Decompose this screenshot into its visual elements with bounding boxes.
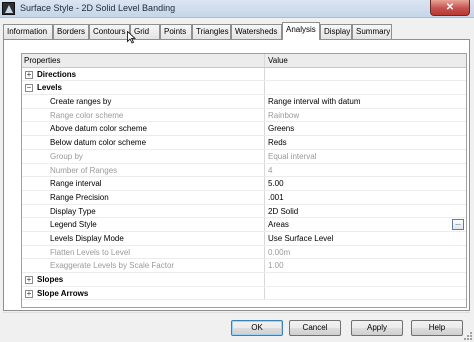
property-label: Display Type	[22, 204, 265, 218]
prop-above-datum-color-scheme[interactable]: Above datum color scheme Greens	[22, 122, 466, 137]
prop-create-ranges-by[interactable]: Create ranges by Range interval with dat…	[22, 95, 466, 109]
prop-group-by: Group by Equal interval	[22, 149, 466, 164]
prop-levels-display-mode[interactable]: Levels Display Mode Use Surface Level	[22, 231, 466, 246]
grid-header: Properties Value	[22, 54, 466, 68]
property-value[interactable]: Reds	[266, 136, 466, 149]
cancel-button[interactable]: Cancel	[289, 320, 341, 336]
group-value	[266, 273, 466, 286]
group-label: Slopes	[22, 273, 265, 286]
tab-analysis[interactable]: Analysis	[282, 22, 320, 40]
window-title: Surface Style - 2D Solid Level Banding	[20, 3, 176, 13]
property-label: Range interval	[22, 177, 265, 190]
title-bar: Surface Style - 2D Solid Level Banding ✕	[0, 0, 474, 18]
prop-below-datum-color-scheme[interactable]: Below datum color scheme Reds	[22, 136, 466, 150]
legend-style-value: Areas	[268, 220, 289, 230]
properties-column-header[interactable]: Properties	[22, 54, 265, 67]
property-value[interactable]: Greens	[266, 122, 466, 135]
tab-display[interactable]: Display	[320, 24, 352, 39]
prop-number-of-ranges: Number of Ranges 4	[22, 163, 466, 178]
close-button[interactable]: ✕	[430, 0, 470, 16]
property-label: Create ranges by	[22, 95, 265, 108]
property-value: Rainbow	[268, 110, 300, 120]
prop-exaggerate-levels: Exaggerate Levels by Scale Factor 1.00	[22, 259, 466, 273]
property-grid: Properties Value + Directions − Levels C…	[21, 53, 467, 308]
property-value[interactable]: .001	[266, 191, 466, 204]
property-label: Group by	[22, 149, 265, 163]
prop-range-color-scheme: Range color scheme Rainbow	[22, 108, 466, 123]
group-value	[266, 68, 466, 81]
property-label: Number of Ranges	[22, 163, 265, 177]
group-label: Slope Arrows	[22, 286, 265, 300]
tab-information[interactable]: Information	[3, 24, 53, 39]
group-slope-arrows[interactable]: + Slope Arrows	[22, 286, 466, 301]
tab-watersheds[interactable]: Watersheds	[231, 24, 282, 39]
prop-range-precision[interactable]: Range Precision .001	[22, 190, 466, 205]
group-slopes[interactable]: + Slopes	[22, 273, 466, 287]
group-label: Directions	[22, 67, 265, 81]
property-label: Range color scheme	[22, 108, 265, 122]
tab-borders[interactable]: Borders	[53, 24, 89, 39]
prop-range-interval[interactable]: Range interval 5.00	[22, 177, 466, 191]
property-value[interactable]: Use Surface Level	[266, 232, 466, 245]
value-column-header[interactable]: Value	[266, 54, 466, 67]
divider	[3, 312, 470, 313]
help-button[interactable]: Help	[411, 320, 463, 336]
property-label: Below datum color scheme	[22, 136, 265, 149]
mouse-pointer-icon	[127, 31, 136, 44]
property-value[interactable]: 5.00	[266, 177, 466, 190]
apply-button[interactable]: Apply	[351, 320, 403, 336]
tab-points[interactable]: Points	[160, 24, 192, 39]
property-label: Exaggerate Levels by Scale Factor	[22, 259, 265, 272]
ok-button[interactable]: OK	[231, 320, 283, 336]
prop-legend-style[interactable]: Legend Style Areas ...	[22, 218, 466, 232]
property-value[interactable]: Areas ...	[266, 218, 466, 231]
property-value[interactable]: 2D Solid	[266, 205, 466, 218]
property-value: 4	[268, 165, 273, 175]
app-icon[interactable]	[2, 2, 15, 15]
property-value: Equal interval	[268, 151, 317, 161]
property-label: Levels Display Mode	[22, 231, 265, 245]
property-label: Above datum color scheme	[22, 122, 265, 136]
tab-panel: Properties Value + Directions − Levels C…	[3, 39, 470, 311]
group-value	[266, 81, 466, 94]
group-label: Levels	[22, 81, 265, 95]
group-directions[interactable]: + Directions	[22, 67, 466, 82]
property-value: 0.00m	[268, 247, 291, 257]
resize-grip-icon[interactable]	[463, 331, 473, 341]
tab-contours[interactable]: Contours	[89, 24, 130, 39]
prop-display-type[interactable]: Display Type 2D Solid	[22, 204, 466, 219]
property-label: Legend Style	[22, 218, 265, 231]
prop-flatten-levels-to-level: Flatten Levels to Level 0.00m	[22, 245, 466, 260]
tab-triangles[interactable]: Triangles	[192, 24, 231, 39]
group-value	[266, 287, 466, 300]
tab-strip: Information Borders Contours Grid Points…	[3, 22, 471, 40]
property-value[interactable]: Range interval with datum	[266, 95, 466, 108]
group-levels[interactable]: − Levels	[22, 81, 466, 96]
property-value: 1.00	[268, 261, 284, 271]
tab-summary[interactable]: Summary	[352, 24, 392, 39]
property-label: Range Precision	[22, 190, 265, 204]
ellipsis-button[interactable]: ...	[452, 219, 464, 231]
property-label: Flatten Levels to Level	[22, 245, 265, 259]
